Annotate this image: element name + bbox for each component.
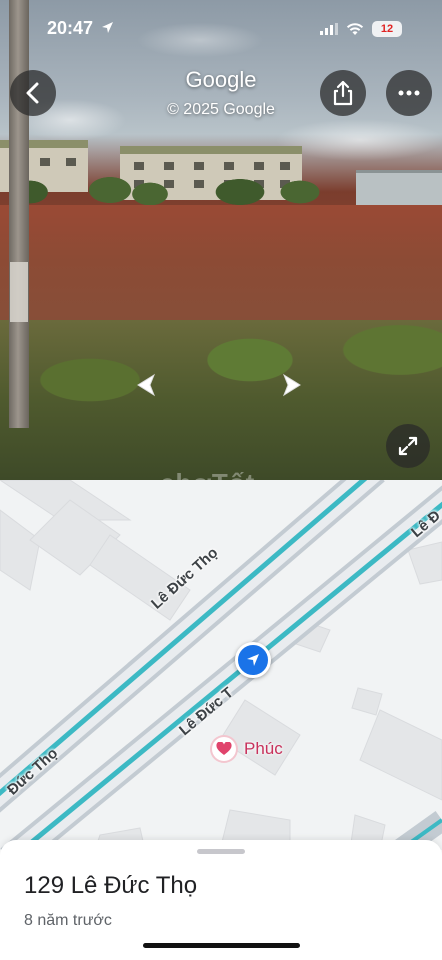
street-view-title: Google: [185, 67, 257, 92]
poi-marker[interactable]: Phúc: [212, 737, 283, 761]
battery-indicator: 12: [372, 21, 402, 37]
place-info-sheet[interactable]: 129 Lê Đức Thọ 8 năm trước: [0, 840, 442, 960]
building-footprint: [407, 541, 442, 585]
wifi-icon: [346, 22, 364, 35]
copyright-text: © 2025 Google: [167, 101, 275, 118]
more-horizontal-icon: [398, 90, 420, 96]
pole-poster: [10, 262, 28, 322]
navigate-forward-arrow[interactable]: [270, 368, 310, 402]
watermark-logo: chợTốt: [160, 468, 255, 480]
grass-foreground: [0, 320, 442, 480]
heart-icon: [212, 737, 236, 761]
street-view-image[interactable]: chợTốt 20:47 12 Google © 2025 Google: [0, 0, 442, 480]
status-time: 20:47: [47, 18, 114, 39]
expand-icon: [398, 436, 418, 456]
chevron-left-icon: [137, 373, 156, 397]
expand-button[interactable]: [386, 424, 430, 468]
clock: 20:47: [47, 18, 94, 38]
battery-level: 12: [380, 23, 394, 35]
navigate-back-arrow[interactable]: [128, 368, 168, 402]
map-canvas: [0, 480, 442, 850]
building-footprint: [359, 709, 442, 801]
place-address: 129 Lê Đức Thọ: [24, 872, 198, 899]
status-indicators: 12: [320, 21, 402, 37]
building-footprint: [351, 687, 383, 716]
share-icon: [333, 80, 353, 106]
navigation-arrow-icon: [247, 654, 259, 666]
more-options-button[interactable]: [386, 70, 432, 116]
map-view[interactable]: Lê Đức Thọ Lê Đức T Đức Thọ Lê Đ Phúc: [0, 480, 442, 850]
cellular-signal-icon: [320, 23, 338, 35]
poi-label: Phúc: [244, 739, 283, 758]
tree-line: [0, 172, 442, 208]
imagery-age: 8 năm trước: [24, 912, 112, 929]
chevron-right-icon: [282, 373, 301, 397]
utility-pole: [9, 0, 29, 428]
location-arrow-icon: [102, 22, 114, 33]
share-button[interactable]: [320, 70, 366, 116]
home-indicator[interactable]: [143, 943, 300, 948]
current-location-marker[interactable]: [235, 642, 271, 678]
building-footprint: [0, 509, 41, 591]
sheet-grabber[interactable]: [197, 849, 245, 854]
